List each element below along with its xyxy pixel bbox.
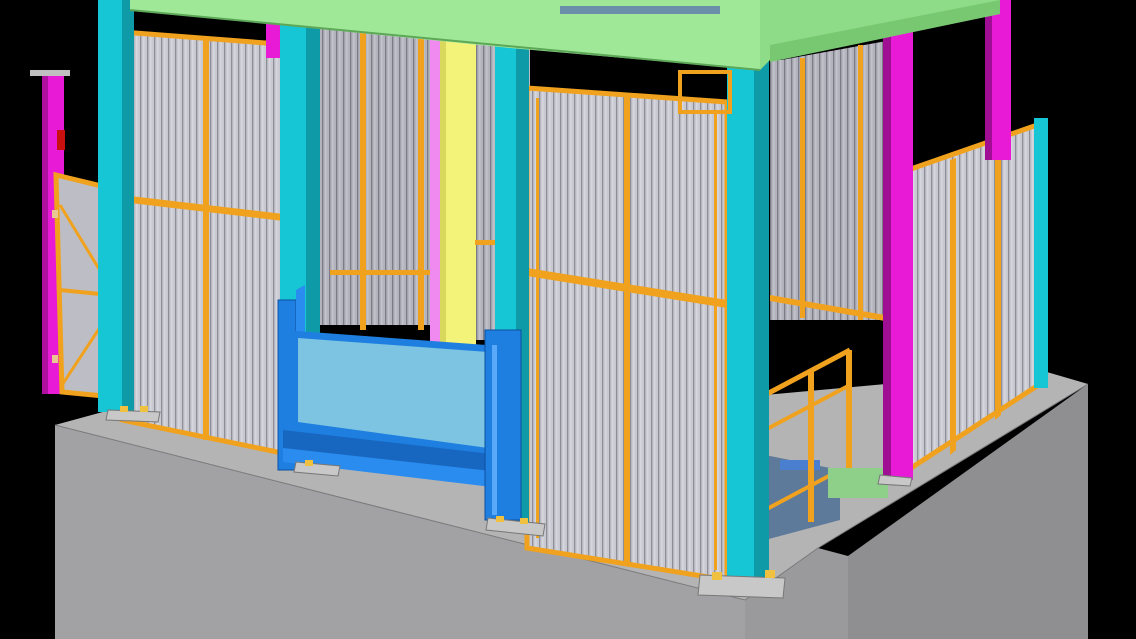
structure-model-render [30, 0, 1089, 639]
cad-viewport[interactable] [0, 0, 1136, 639]
